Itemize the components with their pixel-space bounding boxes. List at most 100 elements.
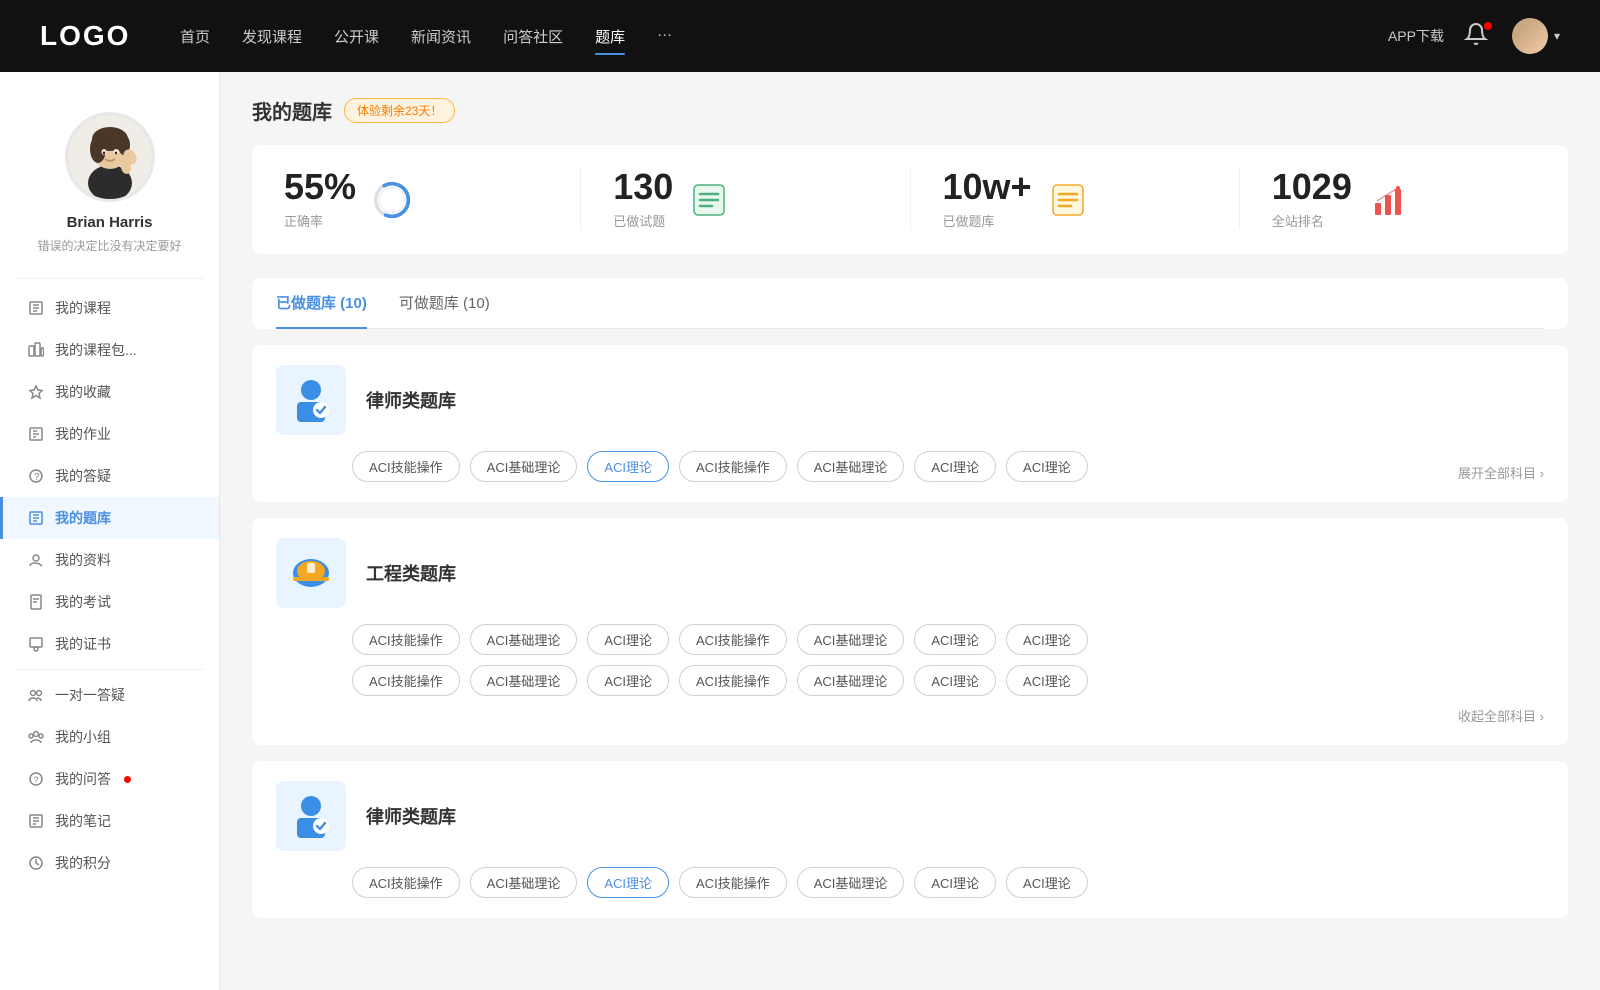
tab-done-banks[interactable]: 已做题库 (10) bbox=[276, 278, 367, 329]
navbar: LOGO 首页 发现课程 公开课 新闻资讯 问答社区 题库 ··· APP下载 … bbox=[0, 0, 1600, 72]
bank-title-engineer: 工程类题库 bbox=[366, 560, 456, 586]
lawyer-icon-svg-2 bbox=[283, 788, 339, 844]
bank-tag-selected[interactable]: ACI理论 bbox=[587, 451, 669, 482]
stat-questions-done: 130 已做试题 bbox=[613, 169, 910, 230]
correct-rate-icon bbox=[372, 180, 412, 220]
groups-label: 我的小组 bbox=[55, 727, 111, 747]
nav-news[interactable]: 新闻资讯 bbox=[411, 22, 471, 51]
sidebar-item-exams[interactable]: 我的考试 bbox=[0, 581, 219, 623]
bank-tag[interactable]: ACI基础理论 bbox=[797, 665, 905, 696]
sidebar-item-doubts[interactable]: ? 我的答疑 bbox=[0, 455, 219, 497]
bank-tag[interactable]: ACI理论 bbox=[587, 624, 669, 655]
bank-tag[interactable]: ACI理论 bbox=[1006, 451, 1088, 482]
bank-tag[interactable]: ACI技能操作 bbox=[679, 665, 787, 696]
lawyer-bank-icon-2 bbox=[276, 781, 346, 851]
stat-text-questions: 130 已做试题 bbox=[613, 169, 673, 230]
app-download-link[interactable]: APP下载 bbox=[1388, 26, 1444, 46]
points-icon bbox=[27, 854, 45, 872]
bank-tags-row-3: ACI技能操作 ACI基础理论 ACI理论 ACI技能操作 ACI基础理论 AC… bbox=[276, 867, 1544, 898]
engineer-bank-icon bbox=[276, 538, 346, 608]
sidebar-item-courses[interactable]: 我的课程 bbox=[0, 287, 219, 329]
bank-tag[interactable]: ACI基础理论 bbox=[797, 451, 905, 482]
1on1-label: 一对一答疑 bbox=[55, 685, 125, 705]
doubts-icon: ? bbox=[27, 467, 45, 485]
tabs-container: 已做题库 (10) 可做题库 (10) bbox=[252, 278, 1568, 329]
sidebar-item-points[interactable]: 我的积分 bbox=[0, 842, 219, 884]
bank-tags-row-engineer-1: ACI技能操作 ACI基础理论 ACI理论 ACI技能操作 ACI基础理论 AC… bbox=[276, 624, 1544, 655]
homework-label: 我的作业 bbox=[55, 424, 111, 444]
bank-list: 律师类题库 ACI技能操作 ACI基础理论 ACI理论 ACI技能操作 ACI基… bbox=[252, 345, 1568, 918]
sidebar-item-course-packages[interactable]: 我的课程包... bbox=[0, 329, 219, 371]
homework-icon bbox=[27, 425, 45, 443]
exams-icon bbox=[27, 593, 45, 611]
bank-title-lawyer-1: 律师类题库 bbox=[366, 387, 456, 413]
bank-tag[interactable]: ACI基础理论 bbox=[797, 624, 905, 655]
bank-tag[interactable]: ACI技能操作 bbox=[352, 624, 460, 655]
nav-right: APP下载 ▾ bbox=[1388, 18, 1560, 54]
exams-label: 我的考试 bbox=[55, 592, 111, 612]
stat-text-ranking: 1029 全站排名 bbox=[1272, 169, 1352, 230]
bar-chart-red-icon bbox=[1369, 181, 1407, 219]
bank-tag[interactable]: ACI技能操作 bbox=[352, 665, 460, 696]
user-avatar-button[interactable]: ▾ bbox=[1512, 18, 1560, 54]
avatar bbox=[1512, 18, 1548, 54]
avatar-image bbox=[1512, 18, 1548, 54]
bank-tag-selected[interactable]: ACI理论 bbox=[587, 867, 669, 898]
bank-tag[interactable]: ACI理论 bbox=[914, 665, 996, 696]
engineer-icon-svg bbox=[283, 545, 339, 601]
nav-qa[interactable]: 问答社区 bbox=[503, 22, 563, 51]
bank-tag[interactable]: ACI技能操作 bbox=[679, 867, 787, 898]
profile-avatar-image bbox=[68, 115, 152, 199]
sidebar-item-notes[interactable]: 我的笔记 bbox=[0, 800, 219, 842]
sidebar-item-favorites[interactable]: 我的收藏 bbox=[0, 371, 219, 413]
sidebar-item-my-qa[interactable]: ? 我的问答 bbox=[0, 758, 219, 800]
qa-notification-dot bbox=[124, 776, 131, 783]
bank-tag[interactable]: ACI技能操作 bbox=[679, 451, 787, 482]
bank-tag[interactable]: ACI基础理论 bbox=[470, 451, 578, 482]
bank-tag[interactable]: ACI理论 bbox=[914, 451, 996, 482]
favorites-icon bbox=[27, 383, 45, 401]
bank-tag[interactable]: ACI理论 bbox=[1006, 624, 1088, 655]
bank-tag[interactable]: ACI技能操作 bbox=[679, 624, 787, 655]
bank-tag[interactable]: ACI基础理论 bbox=[797, 867, 905, 898]
bell-button[interactable] bbox=[1464, 22, 1492, 50]
sidebar-item-groups[interactable]: 我的小组 bbox=[0, 716, 219, 758]
nav-open-course[interactable]: 公开课 bbox=[334, 22, 379, 51]
bank-tag[interactable]: ACI理论 bbox=[1006, 867, 1088, 898]
lawyer-bank-icon-1 bbox=[276, 365, 346, 435]
nav-home[interactable]: 首页 bbox=[180, 22, 210, 51]
bank-tag[interactable]: ACI技能操作 bbox=[352, 867, 460, 898]
nav-more[interactable]: ··· bbox=[657, 22, 672, 51]
bank-tag[interactable]: ACI理论 bbox=[1006, 665, 1088, 696]
expand-button-1[interactable]: 展开全部科目 › bbox=[1458, 463, 1544, 482]
collapse-button[interactable]: 收起全部科目 › bbox=[352, 706, 1544, 725]
bank-header-engineer: 工程类题库 bbox=[276, 538, 1544, 608]
stat-label-questions: 已做试题 bbox=[613, 211, 673, 230]
bank-tag[interactable]: ACI技能操作 bbox=[352, 451, 460, 482]
bank-tag[interactable]: ACI理论 bbox=[587, 665, 669, 696]
sidebar-item-question-bank[interactable]: 我的题库 bbox=[0, 497, 219, 539]
stat-ranking: 1029 全站排名 bbox=[1272, 169, 1536, 230]
courses-label: 我的课程 bbox=[55, 298, 111, 318]
profile-motto: 错误的决定比没有决定要好 bbox=[16, 237, 203, 254]
tab-available-banks[interactable]: 可做题库 (10) bbox=[399, 278, 490, 329]
nav-question-bank[interactable]: 题库 bbox=[595, 22, 625, 51]
bank-tag[interactable]: ACI基础理论 bbox=[470, 665, 578, 696]
bank-tag[interactable]: ACI理论 bbox=[914, 867, 996, 898]
question-bank-icon bbox=[27, 509, 45, 527]
stat-label-ranking: 全站排名 bbox=[1272, 211, 1352, 230]
bank-tag[interactable]: ACI基础理论 bbox=[470, 624, 578, 655]
sidebar-item-certificates[interactable]: 我的证书 bbox=[0, 623, 219, 665]
notes-label: 我的笔记 bbox=[55, 811, 111, 831]
stats-row: 55% 正确率 130 已做试题 bbox=[252, 145, 1568, 254]
nav-discover[interactable]: 发现课程 bbox=[242, 22, 302, 51]
sidebar-item-profile[interactable]: 我的资料 bbox=[0, 539, 219, 581]
sidebar-item-1on1[interactable]: 一对一答疑 bbox=[0, 674, 219, 716]
bank-tag[interactable]: ACI理论 bbox=[914, 624, 996, 655]
my-qa-label: 我的问答 bbox=[55, 769, 111, 789]
bank-tag[interactable]: ACI基础理论 bbox=[470, 867, 578, 898]
main-layout: Brian Harris 错误的决定比没有决定要好 我的课程 我的课程包... bbox=[0, 72, 1600, 990]
groups-icon bbox=[27, 728, 45, 746]
course-packages-icon bbox=[27, 341, 45, 359]
sidebar-item-homework[interactable]: 我的作业 bbox=[0, 413, 219, 455]
